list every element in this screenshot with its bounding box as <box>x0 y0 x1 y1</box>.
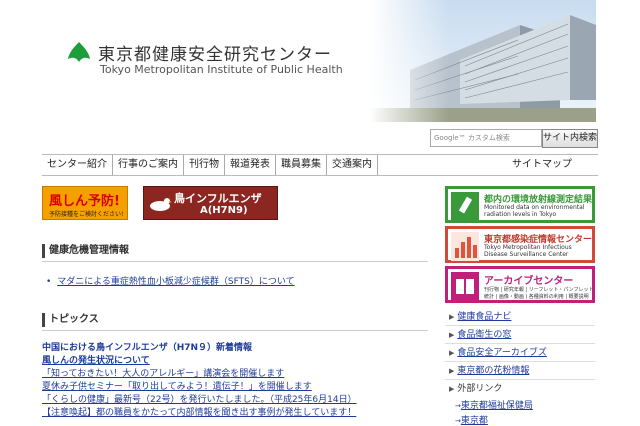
archive-title: アーカイブセンター <box>484 276 574 287</box>
nav-sitemap[interactable]: サイトマップ <box>512 155 572 175</box>
topic-item[interactable]: 夏休み子供セミナー「取り出してみよう！遺伝子！」を開催します <box>42 381 312 393</box>
sidebar-item-food-safety[interactable]: ▶ 食品安全アーカイブズ <box>445 345 595 362</box>
topic-item[interactable]: 「くらしの健康」最新号（22号）を発行いたしました。（平成25年6月14日） <box>42 394 357 406</box>
rubella-banner-title: 風しん予防! <box>49 194 120 209</box>
arrow-right-icon: ▶ <box>449 349 455 357</box>
topic-item[interactable]: 中国における鳥インフルエンザ（H7N９）新着情報 <box>42 342 252 354</box>
arrow-right-icon: ▶ <box>449 367 455 375</box>
bird-flu-line2: A(H7N9) <box>200 205 248 216</box>
bird-flu-banner[interactable]: 鳥インフルエンザ A(H7N9) <box>143 186 278 220</box>
external-link-welfare[interactable]: →東京都福祉保健局 <box>455 398 533 411</box>
search-input[interactable]: Google™ カスタム検索 <box>430 129 542 147</box>
rubella-banner[interactable]: 風しん予防! 予防接種をご検討ください! <box>42 186 128 220</box>
site-title-en: Tokyo Metropolitan Institute of Public H… <box>100 63 343 76</box>
nav-about[interactable]: センター紹介 <box>42 155 113 175</box>
book-icon <box>451 272 479 301</box>
topic-item-text: 「知っておきたい！大人のアレルギー」講演会を開催します <box>42 369 285 379</box>
sfts-link[interactable]: • マダニによる重症熱性血小板減少症候群（SFTS）について <box>46 274 295 287</box>
pencil-icon <box>451 192 479 221</box>
sidebar-item-health-food[interactable]: ▶ 健康食品ナビ <box>445 309 595 326</box>
site-title[interactable]: 東京都健康安全研究センター <box>98 40 332 65</box>
rubella-banner-sub: 予防接種をご検討ください! <box>49 211 124 218</box>
sfts-link-text: マダニによる重症熱性血小板減少症候群（SFTS）について <box>57 277 295 287</box>
archive-sub: 刊行物 | 研究年報 | リーフレット・パンフレット 統計 | 画像・動画 | 各… <box>484 287 594 300</box>
nav-publications[interactable]: 刊行物 <box>184 155 225 175</box>
arrow-right-icon: ▶ <box>449 313 455 321</box>
archive-banner[interactable]: アーカイブセンター 刊行物 | 研究年報 | リーフレット・パンフレット 統計 |… <box>445 266 595 303</box>
sidebar-item-food-hygiene[interactable]: ▶ 食品衛生の窓 <box>445 327 595 344</box>
tokyo-logo-icon[interactable] <box>64 40 94 70</box>
site-header: 東京都健康安全研究センター Tokyo Metropolitan Institu… <box>0 0 640 122</box>
infectious-sub: Tokyo Metropolitan Infectious Disease Sur… <box>484 244 572 258</box>
infectious-disease-banner[interactable]: 東京都感染症情報センター Tokyo Metropolitan Infectio… <box>445 226 595 263</box>
topic-item-text: 夏休み子供セミナー「取り出してみよう！遺伝子！」を開催します <box>42 382 312 392</box>
topic-item-text: 中国における鳥インフルエンザ（H7N９）新着情報 <box>42 343 253 353</box>
topic-item[interactable]: 【注意喚起】都の職員をかたって内部情報を聞き出す事例が発生しています！ <box>42 407 356 419</box>
health-crisis-heading: 健康危機管理情報 <box>42 244 435 258</box>
nav-recruit[interactable]: 職員募集 <box>276 155 327 175</box>
nav-access[interactable]: 交通案内 <box>327 155 378 175</box>
sidebar-item-pollen[interactable]: ▶ 東京都の花粉情報 <box>445 363 595 380</box>
global-nav: センター紹介 行事のご案内 刊行物 報道発表 職員募集 交通案内 サイトマップ <box>42 154 598 176</box>
chart-icon <box>451 232 479 261</box>
topic-item[interactable]: 風しんの発生状況について <box>42 355 150 367</box>
topic-item-text: 「くらしの健康」最新号（22号）を発行いたしました。（平成25年6月14日） <box>42 395 357 405</box>
divider <box>42 261 428 262</box>
topics-heading: トピックス <box>42 313 435 327</box>
bullet-icon: • <box>46 277 52 287</box>
external-links-heading: ▶ 外部リンク <box>449 384 503 394</box>
topic-item-text: 【注意喚起】都の職員をかたって内部情報を聞き出す事例が発生しています！ <box>42 408 357 418</box>
topic-item-text: 風しんの発生状況について <box>42 356 150 366</box>
bird-flu-line1: 鳥インフルエンザ <box>174 192 262 205</box>
site-search-button[interactable]: サイト内検索 <box>542 129 598 148</box>
building-photo <box>370 0 596 122</box>
arrow-right-icon: ▶ <box>449 385 455 393</box>
nav-events[interactable]: 行事のご案内 <box>113 155 184 175</box>
arrow-right-icon: ▶ <box>449 331 455 339</box>
radiation-banner[interactable]: 都内の環境放射線測定結果 Monitored data on environme… <box>445 186 595 223</box>
divider <box>42 330 428 331</box>
bird-icon <box>150 198 172 211</box>
nav-press[interactable]: 報道発表 <box>225 155 276 175</box>
radiation-sub: Monitored data on environmental radiation… <box>484 204 585 218</box>
search-bar: Google™ カスタム検索 サイト内検索 <box>430 129 598 148</box>
topic-item[interactable]: 「知っておきたい！大人のアレルギー」講演会を開催します <box>42 368 284 380</box>
external-link-tokyo[interactable]: →東京都 <box>455 413 488 426</box>
